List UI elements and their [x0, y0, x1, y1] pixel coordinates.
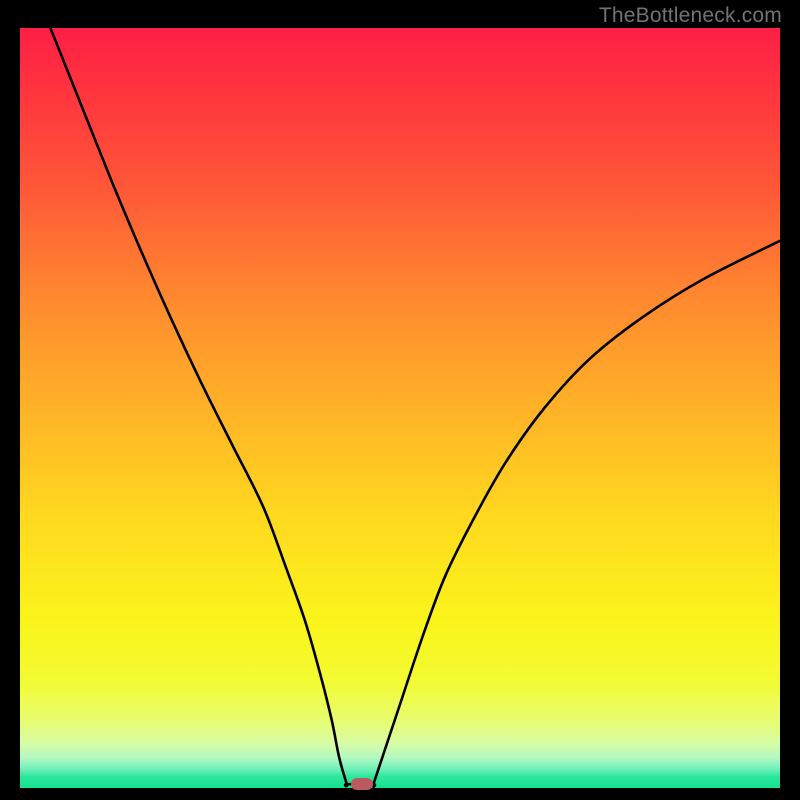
plot-area: [20, 28, 780, 788]
watermark-text: TheBottleneck.com: [599, 4, 782, 28]
bottleneck-curve: [50, 28, 780, 787]
curve-svg: [20, 28, 780, 788]
chart-frame: TheBottleneck.com: [0, 0, 800, 800]
optimum-marker: [351, 778, 373, 790]
